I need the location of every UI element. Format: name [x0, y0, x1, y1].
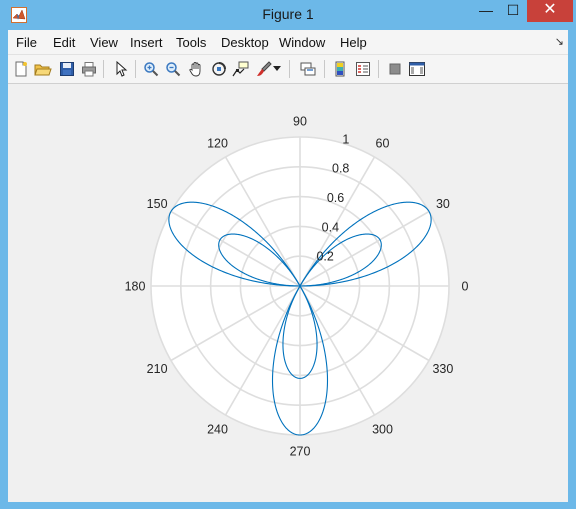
insert-colorbar-icon[interactable]: [330, 59, 350, 79]
save-icon[interactable]: [57, 59, 77, 79]
data-cursor-icon[interactable]: [231, 59, 251, 79]
menu-help[interactable]: Help: [340, 35, 367, 50]
brush-dropdown-icon[interactable]: [271, 59, 283, 79]
theta-tick-label: 330: [432, 362, 453, 376]
r-tick-label: 0.2: [316, 250, 333, 264]
menu-bar: File Edit View Insert Tools Desktop Wind…: [8, 30, 568, 55]
menu-edit[interactable]: Edit: [53, 35, 75, 50]
toolbar-separator: [135, 60, 136, 78]
open-file-icon[interactable]: [33, 59, 53, 79]
hide-plot-tools-icon[interactable]: [385, 59, 405, 79]
zoom-out-icon[interactable]: [163, 59, 183, 79]
close-button[interactable]: ✕: [527, 0, 573, 22]
menu-tools[interactable]: Tools: [176, 35, 206, 50]
toolbar-separator: [324, 60, 325, 78]
theta-tick-label: 150: [147, 197, 168, 211]
figure-toolbar: [8, 55, 568, 84]
maximize-button[interactable]: ☐: [499, 0, 527, 22]
menu-desktop[interactable]: Desktop: [221, 35, 269, 50]
theta-tick-label: 180: [125, 280, 146, 294]
toolbar-separator: [289, 60, 290, 78]
toolbar-separator: [378, 60, 379, 78]
link-plot-icon[interactable]: [298, 59, 318, 79]
r-tick-label: 1: [342, 132, 349, 146]
theta-tick-label: 0: [462, 280, 469, 294]
theta-tick-label: 30: [436, 197, 450, 211]
r-tick-label: 0.8: [332, 162, 349, 176]
rotate-3d-icon[interactable]: [209, 59, 229, 79]
figure-canvas[interactable]: 0 30 60 90 120 150 180 210 240 270 300 330 0.2 0.4 0.…: [8, 84, 568, 502]
title-bar[interactable]: Figure 1 — ☐ ✕: [0, 0, 576, 30]
menu-window[interactable]: Window: [279, 35, 325, 50]
minimize-button[interactable]: —: [473, 0, 499, 22]
insert-legend-icon[interactable]: [353, 59, 373, 79]
theta-tick-label: 300: [372, 422, 393, 436]
theta-tick-label: 90: [293, 115, 307, 129]
theta-tick-label: 270: [290, 445, 311, 459]
theta-tick-label: 120: [207, 137, 228, 151]
menu-file[interactable]: File: [16, 35, 37, 50]
r-tick-label: 0.6: [327, 191, 344, 205]
pan-hand-icon[interactable]: [186, 59, 206, 79]
figure-client-area: File Edit View Insert Tools Desktop Wind…: [8, 30, 568, 502]
new-figure-icon[interactable]: [11, 59, 31, 79]
r-tick-label: 0.4: [322, 220, 339, 234]
polar-plot[interactable]: 0 30 60 90 120 150 180 210 240 270 300 330 0.2 0.4 0.…: [8, 84, 568, 502]
menu-view[interactable]: View: [90, 35, 118, 50]
theta-tick-label: 210: [147, 362, 168, 376]
print-icon[interactable]: [79, 59, 99, 79]
figure-window: Figure 1 — ☐ ✕ File Edit View Insert Too…: [0, 0, 576, 509]
show-plot-tools-icon[interactable]: [407, 59, 427, 79]
menubar-dock-arrow-icon[interactable]: ↘: [555, 35, 564, 48]
toolbar-separator: [103, 60, 104, 78]
zoom-in-icon[interactable]: [141, 59, 161, 79]
theta-tick-label: 240: [207, 422, 228, 436]
menu-insert[interactable]: Insert: [130, 35, 163, 50]
theta-tick-label: 60: [376, 137, 390, 151]
edit-plot-arrow-icon[interactable]: [111, 59, 131, 79]
